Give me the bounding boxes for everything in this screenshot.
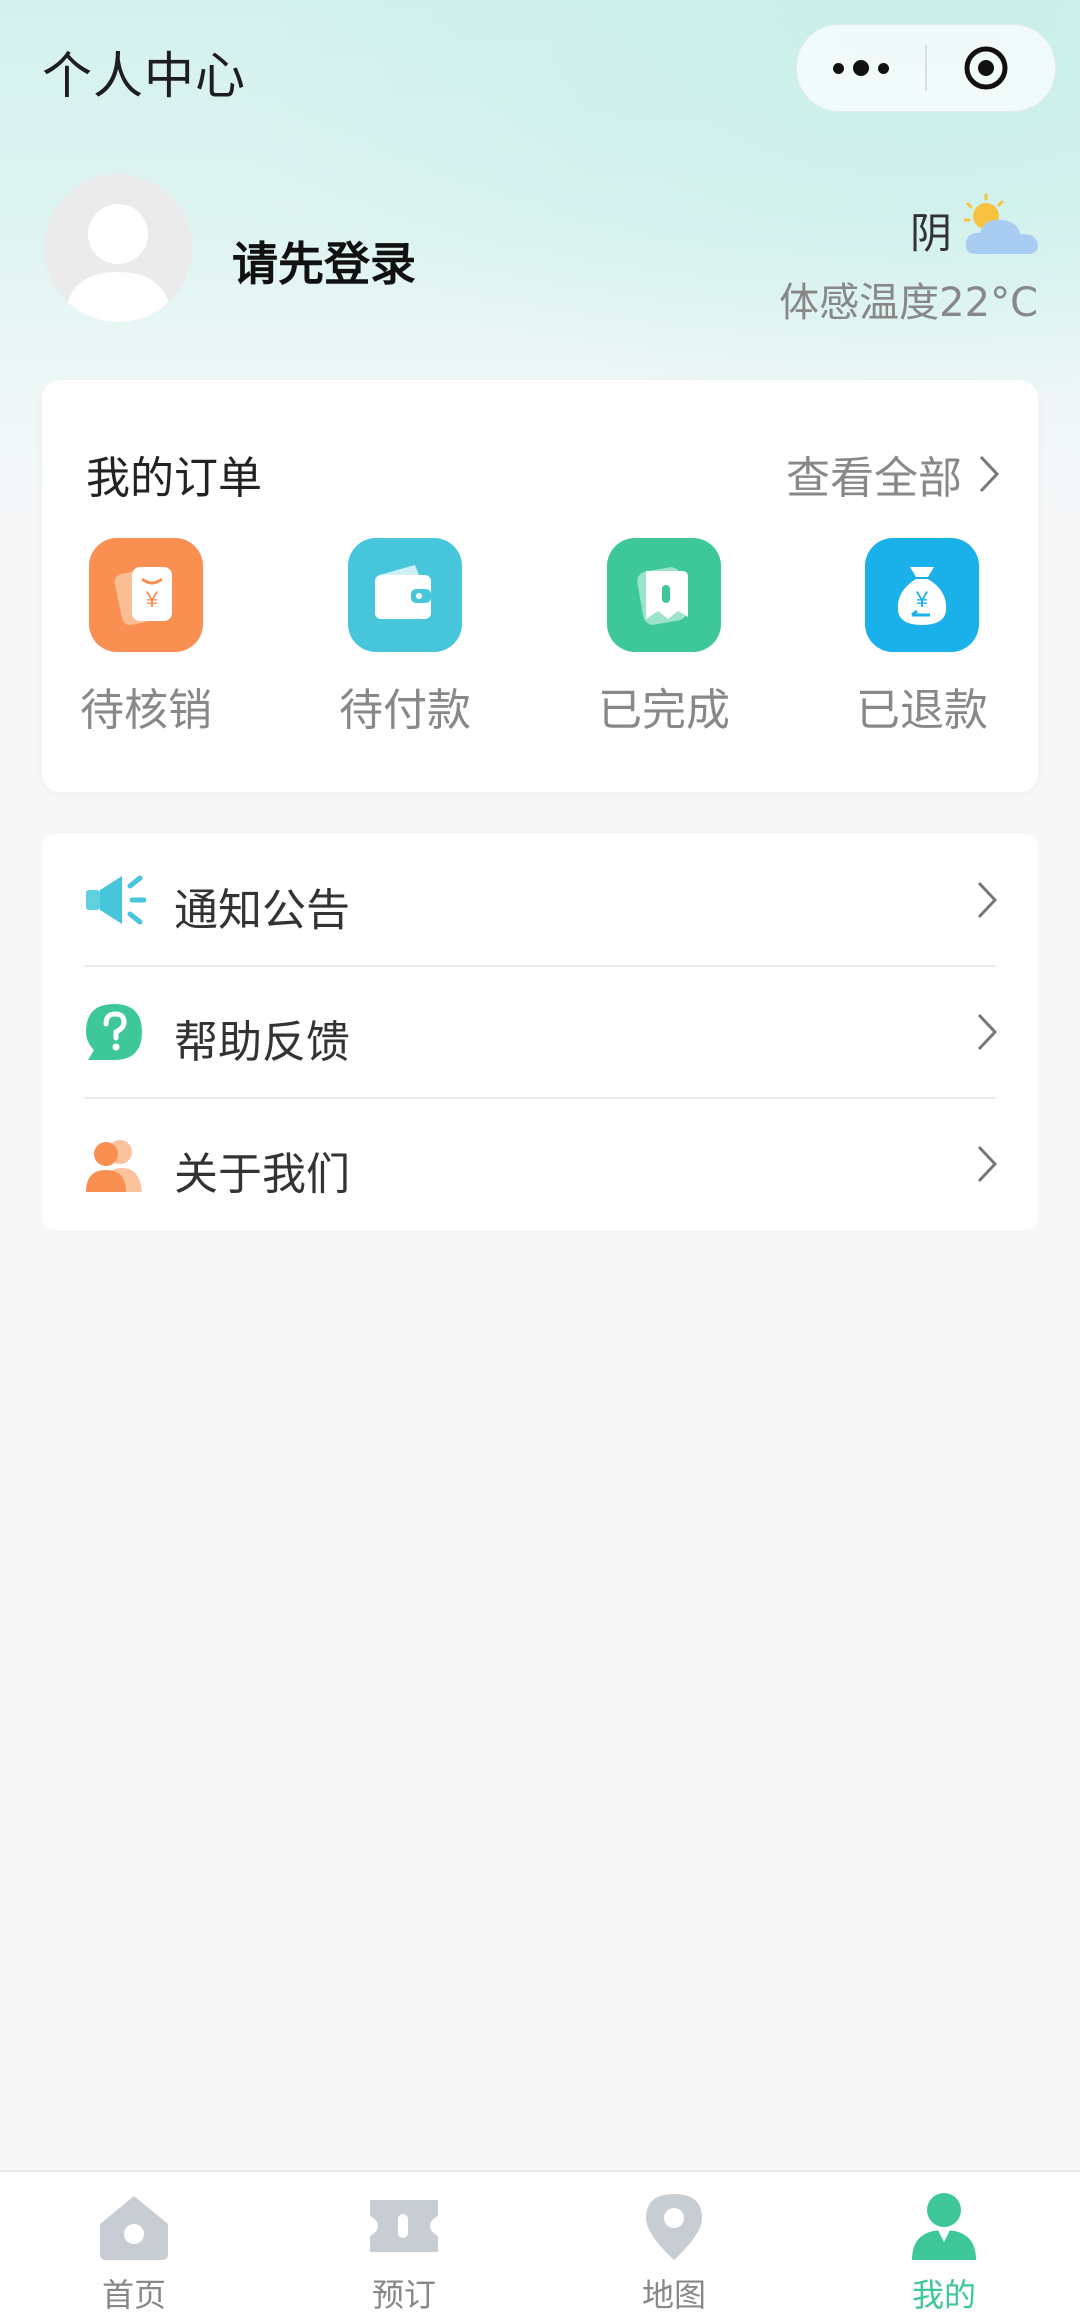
people-icon xyxy=(86,1140,142,1192)
capsule-divider xyxy=(925,45,927,91)
user-icon xyxy=(912,2193,976,2260)
menu-label: 通知公告 xyxy=(174,885,350,936)
svg-text:¥: ¥ xyxy=(145,587,159,612)
wallet-icon xyxy=(348,538,462,652)
home-icon xyxy=(100,2196,168,2260)
user-placeholder-icon xyxy=(64,204,172,322)
map-pin-icon xyxy=(646,2194,702,2260)
tab-label: 首页 xyxy=(101,2276,166,2314)
chevron-right-icon xyxy=(977,881,998,919)
order-label: 已完成 xyxy=(598,685,730,736)
megaphone-icon xyxy=(86,875,146,925)
order-refunded[interactable]: ¥ 已退款 xyxy=(832,538,1012,748)
menu-item-about-us[interactable]: 关于我们 xyxy=(42,1098,1038,1230)
order-label: 已退款 xyxy=(856,685,988,736)
mini-program-capsule xyxy=(796,24,1056,112)
order-completed[interactable]: 已完成 xyxy=(574,538,754,748)
refund-bag-icon: ¥ xyxy=(865,538,979,652)
voucher-icon: ¥ xyxy=(89,538,203,652)
chevron-right-icon xyxy=(977,1013,998,1051)
order-pending-verification[interactable]: ¥ 待核销 xyxy=(56,538,236,748)
avatar[interactable] xyxy=(44,174,192,322)
done-icon xyxy=(607,538,721,652)
tab-home[interactable]: 首页 xyxy=(64,2190,204,2314)
menu-card: 通知公告 帮助反馈 关于我们 xyxy=(42,834,1038,1230)
cloudy-sun-icon xyxy=(963,193,1038,254)
menu-label: 帮助反馈 xyxy=(174,1017,350,1068)
menu-item-notices[interactable]: 通知公告 xyxy=(42,834,1038,966)
more-menu-button[interactable] xyxy=(797,25,925,111)
tab-label: 预订 xyxy=(371,2276,436,2314)
login-prompt[interactable]: 请先登录 xyxy=(232,228,416,294)
order-pending-payment[interactable]: 待付款 xyxy=(315,538,495,748)
feels-like-temperature: 体感温度22°C xyxy=(779,280,1038,326)
tab-bar: 首页 预订 地图 我的 xyxy=(0,2170,1080,2321)
tab-label: 我的 xyxy=(911,2276,976,2314)
menu-label: 关于我们 xyxy=(174,1149,350,1200)
ticket-icon xyxy=(370,2200,438,2252)
tab-map[interactable]: 地图 xyxy=(604,2190,744,2314)
order-label: 待核销 xyxy=(80,685,212,736)
order-label: 待付款 xyxy=(339,685,471,736)
tab-booking[interactable]: 预订 xyxy=(334,2190,474,2314)
chevron-right-icon xyxy=(977,1145,998,1183)
tab-label: 地图 xyxy=(641,2276,706,2314)
close-target-icon[interactable] xyxy=(961,43,1011,93)
orders-card-overlay: ¥ 待核销 待付款 已完成 ¥ 已退款 xyxy=(42,380,1038,792)
tab-mine[interactable]: 我的 xyxy=(874,2190,1014,2314)
help-icon xyxy=(86,1004,142,1060)
svg-text:¥: ¥ xyxy=(915,587,929,612)
menu-item-help-feedback[interactable]: 帮助反馈 xyxy=(42,966,1038,1098)
weather-condition: 阴 xyxy=(910,209,953,258)
page-title: 个人中心 xyxy=(42,47,246,105)
